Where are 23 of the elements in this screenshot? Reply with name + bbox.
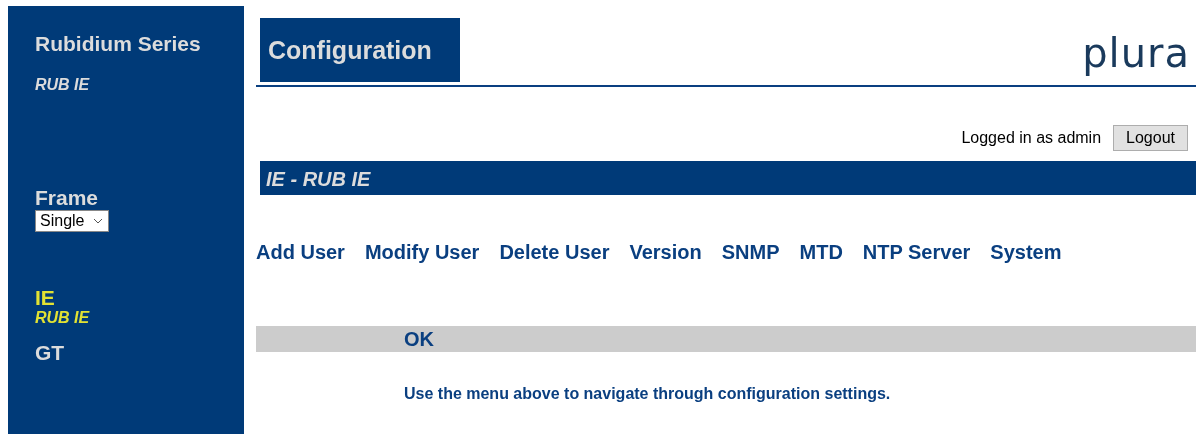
menu-link[interactable]: MTD (799, 241, 843, 264)
page-title: Configuration (260, 18, 460, 82)
frame-label: Frame (35, 186, 100, 210)
menu-link[interactable]: Delete User (499, 241, 610, 264)
info-message: Use the menu above to navigate through configuration settings. (403, 385, 892, 403)
chevron-icon (93, 218, 104, 224)
menu-link[interactable]: SNMP (721, 241, 780, 264)
device-link[interactable]: IE (35, 287, 244, 309)
model-label: RUB IE (35, 76, 91, 94)
device-subtitle: RUB IE (35, 309, 91, 327)
status-text: OK (404, 328, 434, 350)
menu-link[interactable]: System (990, 241, 1062, 264)
menu-link[interactable]: Add User (256, 241, 345, 264)
logo: plura (1082, 30, 1190, 76)
frame-select[interactable]: Single (35, 210, 110, 232)
device-bar: IE - RUB IE (260, 161, 1196, 195)
device-link[interactable]: GT (35, 342, 244, 364)
menu-link[interactable]: Modify User (364, 241, 480, 264)
menu-link[interactable]: NTP Server (862, 241, 971, 264)
menu-link[interactable]: Version (629, 241, 702, 264)
login-status: Logged in as admin (961, 129, 1102, 147)
series-title: Rubidium Series (35, 32, 202, 56)
logout-button[interactable]: Logout (1113, 125, 1188, 151)
